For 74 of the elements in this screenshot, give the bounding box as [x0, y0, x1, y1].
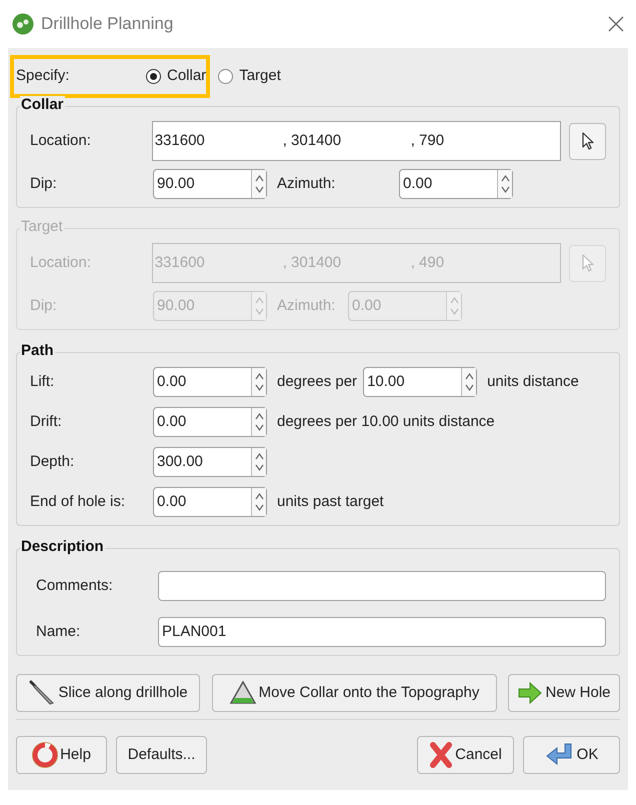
text-field[interactable]: PLAN001 — [158, 617, 606, 647]
knife-icon — [28, 679, 56, 707]
location-field[interactable]: 331600 , 301400 , 790 — [152, 121, 562, 161]
unit-text: units distance — [487, 372, 579, 392]
coordinate-value: , 301400 — [282, 130, 342, 151]
unit-text: degrees per — [277, 372, 358, 392]
spin-arrows-icon[interactable] — [500, 173, 510, 195]
spin-field[interactable]: 0.00 — [399, 169, 513, 199]
spin-arrows-icon[interactable] — [254, 371, 264, 393]
lifebuoy-icon — [32, 742, 58, 768]
unit-text: units past target — [277, 492, 384, 512]
pick-button[interactable] — [569, 122, 606, 160]
spin-arrows-icon[interactable] — [254, 173, 264, 195]
field-value: 10.00 — [366, 372, 406, 392]
coordinate-value: 331600 — [154, 252, 206, 273]
dialog-button[interactable]: Defaults... — [116, 736, 207, 774]
dialog-button[interactable]: OK — [523, 736, 620, 774]
path-label: End of hole is: — [30, 492, 126, 512]
action-button[interactable]: Slice along drillhole — [16, 674, 200, 712]
action-button[interactable]: New Hole — [508, 674, 620, 712]
spin-field[interactable]: 90.00 — [153, 169, 267, 199]
spin-field[interactable]: 10.00 — [363, 367, 478, 397]
group-title: Target — [20, 218, 64, 236]
window-title: Drillhole Planning — [41, 13, 174, 36]
field-value: 90.00 — [156, 296, 196, 316]
coordinate-value: , 301400 — [282, 252, 342, 273]
field-value: 300.00 — [156, 452, 204, 472]
coordinate-value: , 490 — [410, 252, 444, 273]
field-value: 90.00 — [156, 174, 196, 194]
dialog-button[interactable]: Help — [16, 736, 107, 774]
app-icon — [12, 13, 34, 35]
triangle-icon — [228, 679, 257, 707]
action-button[interactable]: Move Collar onto the Topography — [212, 674, 496, 712]
specify-label: Specify: — [16, 66, 70, 86]
description-label: Name: — [36, 622, 82, 642]
spin-field[interactable]: 300.00 — [153, 447, 267, 477]
field-value: PLAN001 — [162, 623, 226, 640]
pointer-icon — [580, 131, 596, 151]
group-title: Description — [20, 538, 105, 556]
dip-label: Dip: — [30, 296, 58, 316]
field-value: 0.00 — [156, 372, 188, 392]
field-value: 0.00 — [351, 296, 382, 316]
location-label: Location: — [30, 252, 92, 273]
description-label: Comments: — [36, 576, 114, 596]
path-label: Lift: — [30, 372, 56, 392]
spin-arrows-icon[interactable] — [254, 491, 264, 513]
coordinate-value: 331600 — [154, 130, 206, 151]
field-value: 0.00 — [402, 174, 434, 194]
path-label: Depth: — [30, 452, 76, 472]
radio-button[interactable] — [218, 68, 234, 84]
text-field[interactable] — [158, 571, 606, 601]
pointer-icon — [580, 253, 596, 273]
coordinate-value: , 790 — [410, 130, 444, 151]
spin-arrows-icon[interactable] — [464, 371, 474, 393]
field-value: 0.00 — [156, 492, 188, 512]
radio-button[interactable] — [146, 68, 161, 84]
dialog-button[interactable]: Cancel — [417, 736, 514, 774]
azimuth-label: Azimuth: — [277, 174, 336, 194]
spin-field[interactable]: 0.00 — [153, 367, 267, 397]
radio-option[interactable]: Target — [218, 64, 281, 88]
spin-arrows-icon[interactable] — [254, 451, 264, 473]
radio-option[interactable]: Collar — [146, 64, 206, 88]
close-icon[interactable] — [608, 16, 624, 32]
spin-field[interactable]: 0.00 — [153, 487, 267, 517]
unit-text: degrees per 10.00 units distance — [277, 412, 495, 432]
dip-label: Dip: — [30, 174, 58, 194]
path-label: Drift: — [30, 412, 63, 432]
spin-field[interactable]: 0.00 — [153, 407, 267, 437]
arrow-right-icon — [517, 681, 544, 705]
spin-arrows-icon[interactable] — [254, 411, 264, 433]
location-label: Location: — [30, 130, 92, 151]
cross-icon — [429, 742, 454, 768]
field-value: 0.00 — [156, 412, 188, 432]
azimuth-label: Azimuth: — [277, 296, 336, 316]
